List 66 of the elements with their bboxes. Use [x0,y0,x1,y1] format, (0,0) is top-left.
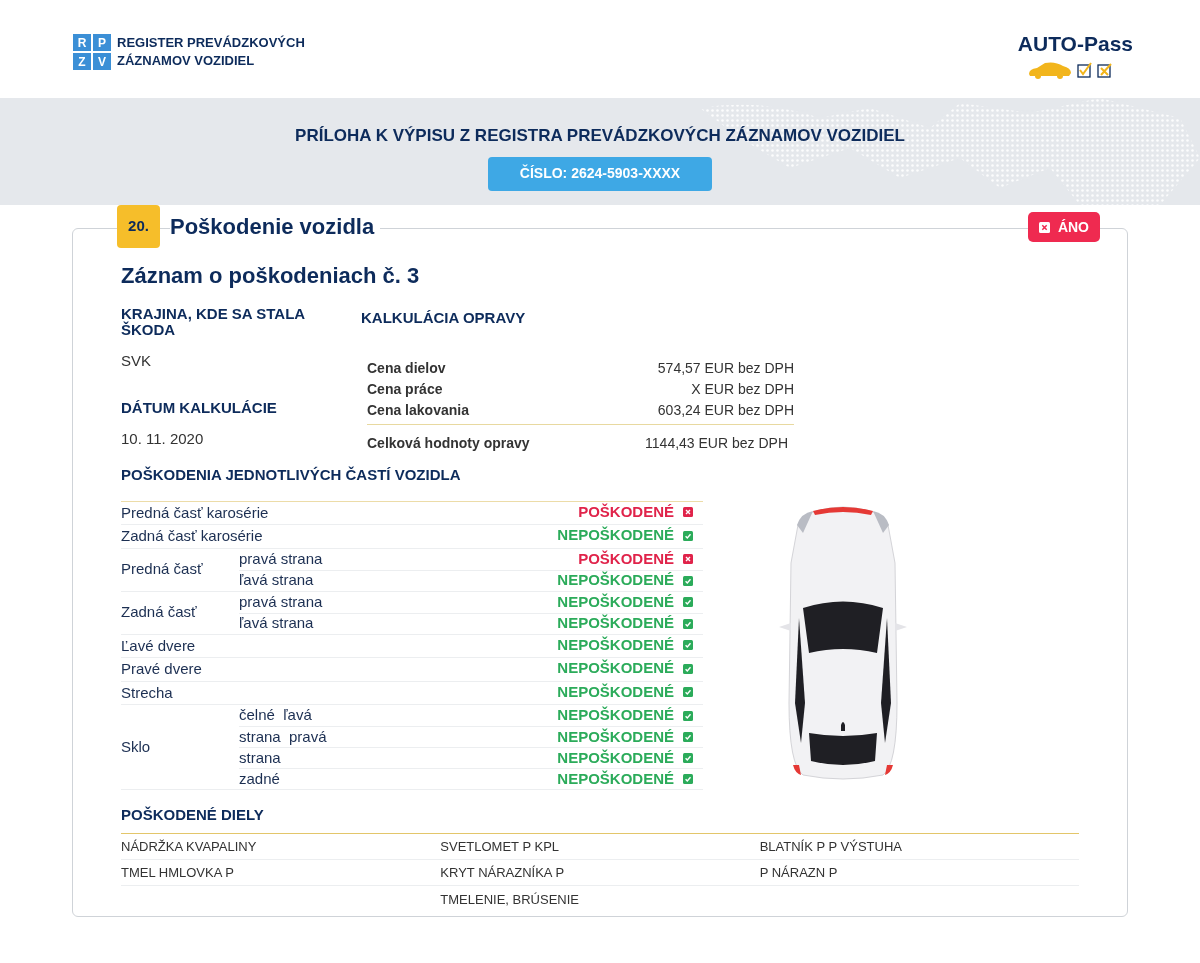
logo-letter-tile: P [93,34,111,51]
total-value: 1144,43 EUR bez DPH [645,434,788,453]
damaged-parts-title: POŠKODENÉ DIELY [121,804,1079,834]
status-label: NEPOŠKODENÉ [557,591,674,612]
part-label: Sklo [121,736,152,757]
cost-value: X EUR bez DPH [691,380,794,399]
part-side-label: ľavá strana [239,613,314,634]
status-label: POŠKODENÉ [578,501,674,522]
cost-label: Cena dielov [367,359,446,378]
logo-letter-tile: V [93,53,111,70]
status-label: NEPOŠKODENÉ [557,658,674,679]
checkbox-cross-icon [1097,61,1113,78]
parts-title: POŠKODENIA JEDNOTLIVÝCH ČASTÍ VOZIDLA [121,465,462,485]
brand-logo-text: AUTO-Pass [1017,31,1133,57]
section-number-badge: 20. [117,205,160,248]
part-label: Strecha [121,682,174,703]
status-label: NEPOŠKODENÉ [557,613,674,634]
part-label: Predná časť [121,559,204,580]
part-side-label: ľavá strana [239,570,314,591]
part-side-label: strana [239,747,281,768]
part-label: Zadná časť [121,602,198,623]
field-value: 10. 11. 2020 [121,428,205,449]
part-side-label: zadné [239,768,280,789]
cost-label: Cena lakovania [367,401,469,420]
damaged-part-item: SVETLOMET P KPL [440,839,560,854]
damaged-part-item: P NÁRAZN P [759,865,838,880]
total-label: Celková hodnoty opravy [367,434,530,453]
field-label: KRAJINA, KDE SA STALA ŠKODA [121,306,306,338]
car-icon [1027,59,1073,80]
status-label: NEPOŠKODENÉ [557,747,674,768]
part-side-label: pravá strana [239,591,323,612]
part-label: Predná časť karosérie [121,502,269,523]
damaged-part-item: TMELENIE, BRÚSENIE [440,891,580,907]
damaged-part-item: BLATNÍK P P VÝSTUHA [759,839,902,854]
record-title: Záznam o poškodeniach č. 3 [121,262,421,290]
calculation-title: KALKULÁCIA OPRAVY [361,309,526,326]
status-label: NEPOŠKODENÉ [557,681,674,702]
damaged-part-item: NÁDRŽKA KVAPALINY [121,839,257,854]
part-side-label: čelné ľavá [239,705,312,726]
field-value: SVK [121,351,152,371]
status-label: NEPOŠKODENÉ [557,726,674,747]
part-label: Ľavé dvere [121,635,197,656]
banner-title: PRÍLOHA K VÝPISU Z REGISTRA PREVÁDZKOVÝCH ZÁZNAMOV VOZIDIEL [295,125,905,147]
part-side-label: pravá strana [239,548,323,569]
cross-icon [1038,221,1050,233]
part-label: Zadná časť karosérie [121,526,263,546]
document-number-badge: ČÍSLO: 2624-5903-XXXX [488,156,712,191]
status-label: NEPOŠKODENÉ [557,768,674,789]
logo-text: REGISTER PREVÁDZKOVÝCH ZÁZNAMOV VOZIDIEL [117,34,306,70]
part-side-label: strana pravá [239,726,327,747]
status-label: POŠKODENÉ [578,548,674,569]
damaged-part-item: TMEL HMLOVKA P [121,865,234,880]
checkbox-check-icon [1077,61,1093,78]
status-label: NEPOŠKODENÉ [557,525,674,546]
cost-value: 603,24 EUR bez DPH [657,401,794,420]
logo-letter-tile: R [73,34,91,51]
status-label: NEPOŠKODENÉ [557,634,674,655]
damaged-part-item: KRYT NÁRAZNÍKA P [440,865,565,880]
cost-value: 574,57 EUR bez DPH [657,359,794,378]
logo-letter-tile: Z [73,53,91,70]
field-label: DÁTUM KALKULÁCIE [121,399,278,416]
answer-badge: ÁNO [1027,212,1100,242]
status-label: NEPOŠKODENÉ [557,705,674,726]
part-label: Pravé dvere [121,659,203,679]
cost-label: Cena práce [367,380,443,399]
status-label: NEPOŠKODENÉ [557,570,674,591]
